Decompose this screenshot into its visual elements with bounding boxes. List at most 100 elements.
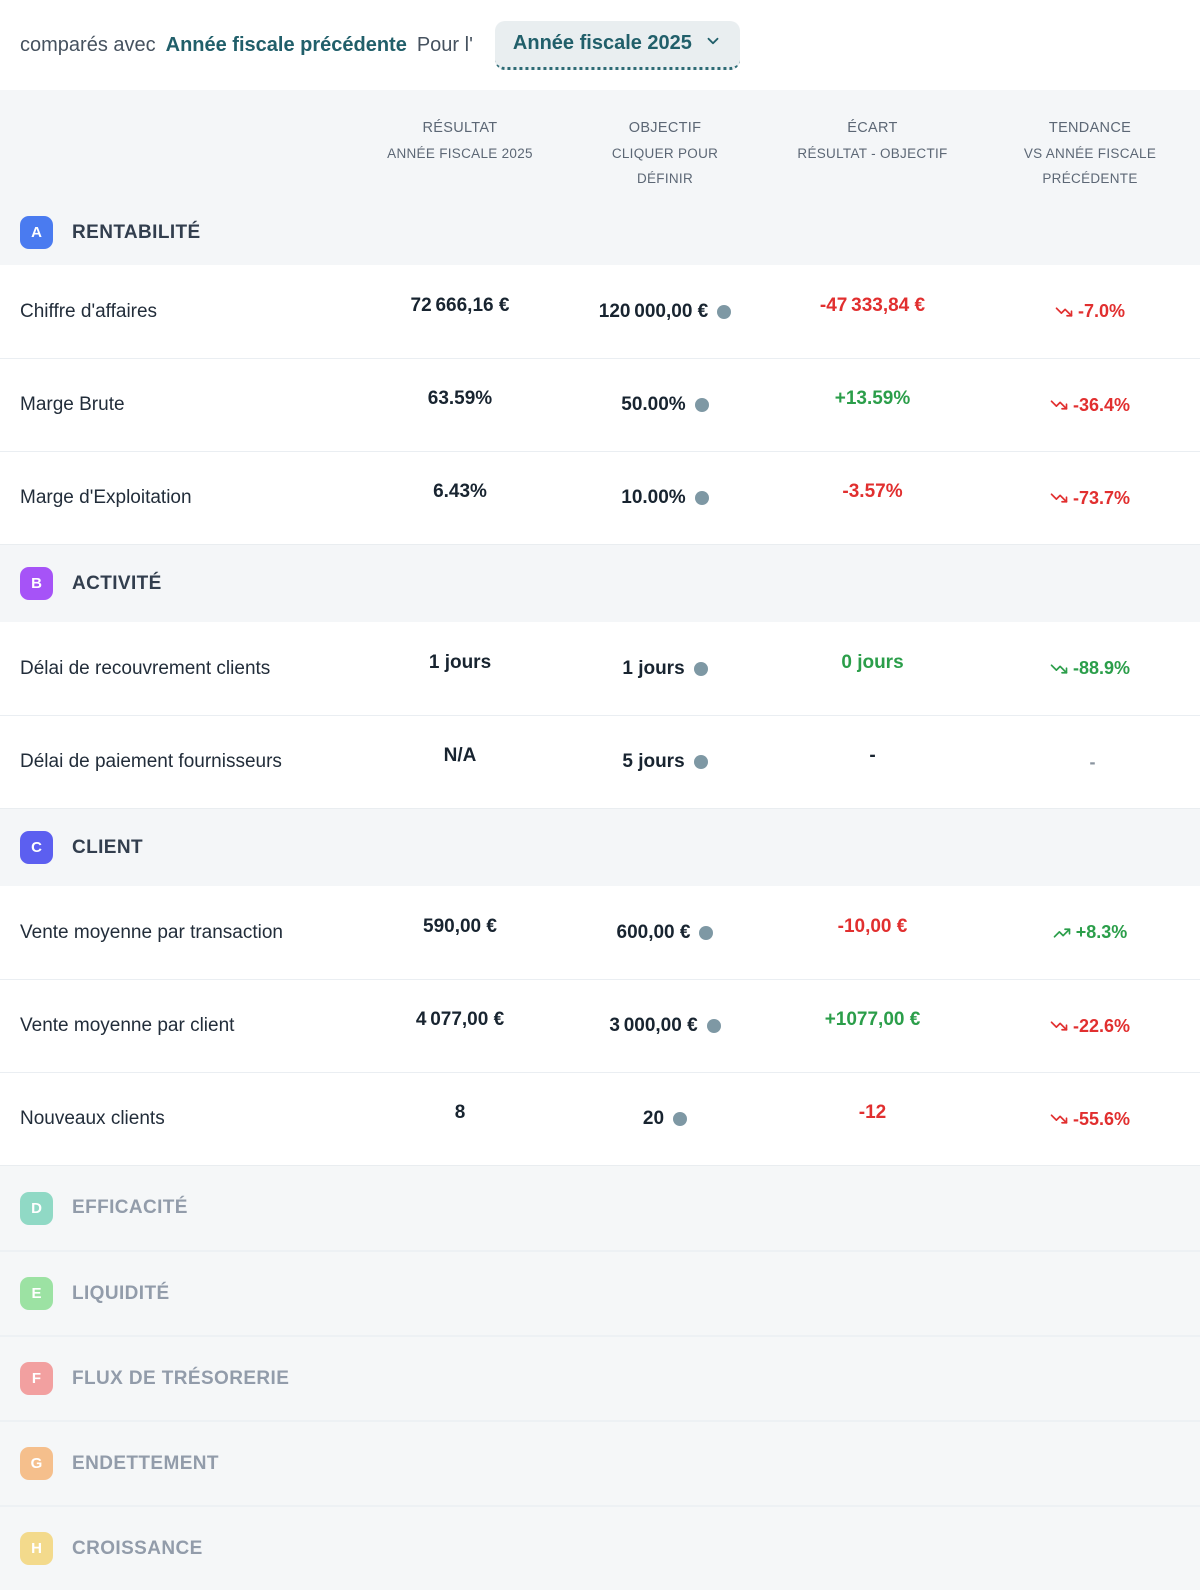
gap-cell: -10,00 € [765,922,980,944]
result-cell: 72 666,16 € [355,301,565,323]
gap-cell: 0 jours [765,658,980,680]
metric-row-chiffre-affaires: Chiffre d'affaires 72 666,16 € 120 000,0… [0,265,1200,358]
trend-cell: +8.3% [980,922,1200,943]
column-ecart-title: ÉCART [765,116,980,141]
comparison-period-selector[interactable]: Année fiscale précédente [166,34,407,57]
objective-value: 120 000,00 € [599,301,708,323]
trend-value: -36.4% [1073,395,1130,416]
result-cell: N/A [355,751,565,773]
section-title-croissance: CROISSANCE [72,1538,203,1560]
result-cell: 590,00 € [355,922,565,944]
trend-group: +8.3% [1053,922,1128,943]
column-tendance: TENDANCE VS ANNÉE FISCALE PRÉCÉDENTE [980,116,1200,191]
trend-group: -73.7% [1050,488,1130,509]
section-header-activite[interactable]: B ACTIVITÉ [0,544,1200,622]
trend-value: - [1090,752,1096,773]
trend-group: -88.9% [1050,658,1130,679]
result-value: 6.43% [433,481,487,503]
column-headers: RÉSULTAT ANNÉE FISCALE 2025 OBJECTIF CLI… [0,90,1200,200]
trend-value: +8.3% [1076,922,1128,943]
objective-status-dot [699,926,713,940]
section-header-croissance[interactable]: H CROISSANCE [0,1505,1200,1590]
metric-label: Marge Brute [0,394,355,416]
trend-group: -36.4% [1050,395,1130,416]
gap-value: -10,00 € [838,916,908,938]
fiscal-year-dropdown[interactable]: Année fiscale 2025 [495,21,740,70]
metric-label: Délai de recouvrement clients [0,658,355,680]
objective-cell[interactable]: 600,00 € [565,922,765,944]
trend-group: -22.6% [1050,1016,1130,1037]
trend-cell: - [980,752,1200,773]
gap-cell: - [765,751,980,773]
objective-cell[interactable]: 10.00% [565,487,765,509]
result-value: 63.59% [428,388,492,410]
trend-direction-icon [1050,660,1068,678]
trend-value: -55.6% [1073,1109,1130,1130]
result-value: 8 [455,1102,466,1124]
section-header-efficacite[interactable]: D EFFICACITÉ [0,1165,1200,1250]
objective-cell[interactable]: 50.00% [565,394,765,416]
result-cell: 63.59% [355,394,565,416]
objective-cell[interactable]: 1 jours [565,658,765,680]
gap-value: +13.59% [835,388,911,410]
trend-direction-icon [1050,1110,1068,1128]
metric-label: Nouveaux clients [0,1108,355,1130]
objective-cell[interactable]: 20 [565,1108,765,1130]
section-header-rentabilite[interactable]: A RENTABILITÉ [0,200,1200,265]
trend-direction-icon [1050,1017,1068,1035]
section-header-liquidite[interactable]: E LIQUIDITÉ [0,1250,1200,1335]
objective-cell[interactable]: 120 000,00 € [565,301,765,323]
trend-group: -7.0% [1055,301,1125,322]
section-title-activite: ACTIVITÉ [72,573,162,595]
objective-cell[interactable]: 3 000,00 € [565,1015,765,1037]
column-objectif-subtitle: CLIQUER POUR DÉFINIR [595,141,735,191]
gap-value: -47 333,84 € [820,295,925,317]
section-header-endettement[interactable]: G ENDETTEMENT [0,1420,1200,1505]
section-title-flux-tresorerie: FLUX DE TRÉSORERIE [72,1368,289,1390]
metric-label: Vente moyenne par client [0,1015,355,1037]
gap-value: +1077,00 € [825,1009,921,1031]
section-badge-e: E [20,1277,53,1310]
objective-value: 20 [643,1108,664,1130]
section-rentabilite-rows: Chiffre d'affaires 72 666,16 € 120 000,0… [0,265,1200,544]
trend-cell: -55.6% [980,1109,1200,1130]
gap-cell: -3.57% [765,487,980,509]
result-cell: 8 [355,1108,565,1130]
metric-label: Vente moyenne par transaction [0,922,355,944]
section-badge-h: H [20,1532,53,1565]
section-header-flux-tresorerie[interactable]: F FLUX DE TRÉSORERIE [0,1335,1200,1420]
metric-row-nouveaux-clients: Nouveaux clients 8 20 -12 -55.6% [0,1072,1200,1165]
objective-status-dot [695,398,709,412]
column-resultat-subtitle: ANNÉE FISCALE 2025 [355,141,565,166]
result-value: 1 jours [429,652,491,674]
trend-cell: -88.9% [980,658,1200,679]
fiscal-year-label: Année fiscale 2025 [513,32,692,55]
metric-row-delai-recouvrement: Délai de recouvrement clients 1 jours 1 … [0,622,1200,715]
objective-status-dot [694,662,708,676]
result-value: 590,00 € [423,916,497,938]
objective-value: 10.00% [621,487,685,509]
objective-cell[interactable]: 5 jours [565,751,765,773]
objective-value: 600,00 € [617,922,691,944]
column-tendance-title: TENDANCE [980,116,1200,141]
gap-cell: -12 [765,1108,980,1130]
result-cell: 6.43% [355,487,565,509]
section-badge-f: F [20,1362,53,1395]
trend-direction-icon [1050,396,1068,414]
metric-row-delai-paiement: Délai de paiement fournisseurs N/A 5 jou… [0,715,1200,808]
section-badge-g: G [20,1447,53,1480]
column-ecart: ÉCART RÉSULTAT - OBJECTIF [765,116,980,166]
section-title-rentabilite: RENTABILITÉ [72,222,201,244]
gap-value: 0 jours [841,652,903,674]
objective-value: 1 jours [622,658,684,680]
section-header-client[interactable]: C CLIENT [0,808,1200,886]
column-tendance-subtitle: VS ANNÉE FISCALE PRÉCÉDENTE [1003,141,1178,191]
section-client-rows: Vente moyenne par transaction 590,00 € 6… [0,886,1200,1165]
gap-value: -3.57% [842,481,902,503]
result-cell: 4 077,00 € [355,1015,565,1037]
toolbar: comparés avec Année fiscale précédente P… [0,0,1200,90]
objective-status-dot [673,1112,687,1126]
gap-cell: +1077,00 € [765,1015,980,1037]
compare-prefix-label: comparés avec [20,34,156,57]
trend-direction-icon [1050,489,1068,507]
